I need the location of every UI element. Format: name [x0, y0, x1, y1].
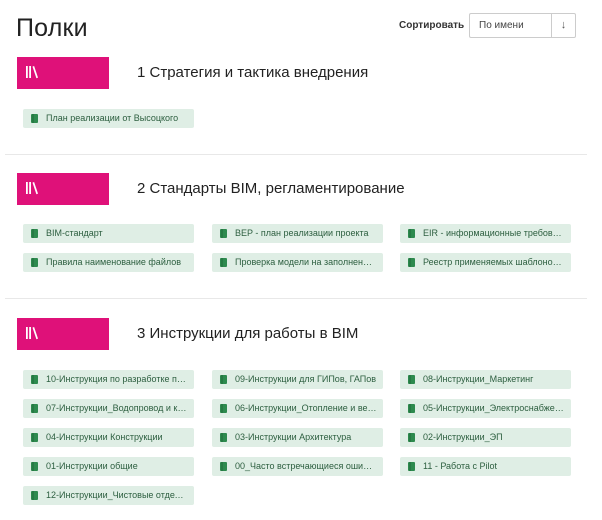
book-item[interactable]: 05-Инструкции_Электроснабжени... [400, 399, 571, 418]
shelf-title[interactable]: 1 Стратегия и тактика внедрения [137, 64, 368, 81]
book-item[interactable]: 07-Инструкции_Водопровод и кан... [23, 399, 194, 418]
book-icon [31, 404, 38, 413]
book-item[interactable]: 10-Инструкция по разработке плаг... [23, 370, 194, 389]
divider [5, 154, 587, 155]
bookshelf-icon [26, 327, 38, 340]
book-item[interactable]: 04-Инструкции Конструкции [23, 428, 194, 447]
book-icon [220, 462, 227, 471]
shelf-cover[interactable] [17, 173, 109, 205]
book-item[interactable]: 11 - Работа с Pilot [400, 457, 571, 476]
shelf-title[interactable]: 3 Инструкции для работы в BIM [137, 325, 358, 342]
divider [5, 298, 587, 299]
book-item[interactable]: 02-Инструкции_ЭП [400, 428, 571, 447]
book-icon [31, 462, 38, 471]
book-item[interactable]: EIR - информационные требовани... [400, 224, 571, 243]
book-item[interactable]: BIM-стандарт [23, 224, 194, 243]
book-item[interactable]: 03-Инструкции Архитектура [212, 428, 383, 447]
book-item[interactable]: 00_Часто встречающиеся ошибки [212, 457, 383, 476]
book-icon [31, 258, 38, 267]
shelf-title[interactable]: 2 Стандарты BIM, регламентирование [137, 180, 405, 197]
sort-direction-button[interactable]: ↓ [551, 13, 576, 38]
book-item[interactable]: Реестр применяемых шаблонов к ... [400, 253, 571, 272]
book-icon [220, 258, 227, 267]
book-icon [31, 114, 38, 123]
book-icon [408, 258, 415, 267]
shelf-cover[interactable] [17, 57, 109, 89]
bookshelf-icon [26, 66, 38, 79]
book-item[interactable]: План реализации от Высоцкого [23, 109, 194, 128]
book-icon [408, 462, 415, 471]
page-title: Полки [16, 14, 88, 42]
book-item[interactable]: 09-Инструкции для ГИПов, ГАПов [212, 370, 383, 389]
book-item[interactable]: 06-Инструкции_Отопление и венти... [212, 399, 383, 418]
shelf-cover[interactable] [17, 318, 109, 350]
book-icon [31, 375, 38, 384]
book-item[interactable]: 08-Инструкции_Маркетинг [400, 370, 571, 389]
book-icon [31, 491, 38, 500]
book-icon [408, 375, 415, 384]
book-item[interactable]: Проверка модели на заполнение п... [212, 253, 383, 272]
sort-select[interactable]: По имени [469, 13, 551, 38]
book-item[interactable]: 01-Инструкции общие [23, 457, 194, 476]
book-item[interactable]: 12-Инструкции_Чистовые отделки [23, 486, 194, 505]
book-icon [408, 433, 415, 442]
book-item[interactable]: BEP - план реализации проекта [212, 224, 383, 243]
book-icon [408, 404, 415, 413]
book-item[interactable]: Правила наименование файлов [23, 253, 194, 272]
bookshelf-icon [26, 182, 38, 195]
book-icon [220, 433, 227, 442]
sort-label: Сортировать [399, 20, 465, 31]
book-icon [220, 375, 227, 384]
book-icon [220, 404, 227, 413]
book-icon [31, 433, 38, 442]
book-icon [408, 229, 415, 238]
book-icon [31, 229, 38, 238]
book-icon [220, 229, 227, 238]
